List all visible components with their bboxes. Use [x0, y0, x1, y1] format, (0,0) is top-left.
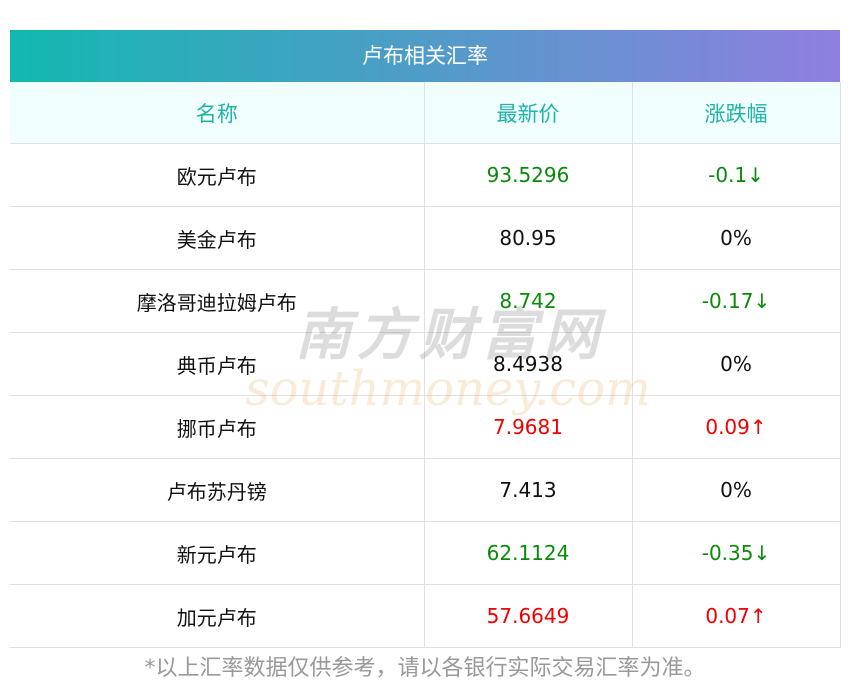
table-row: 新元卢布 62.1124 -0.35↓	[10, 521, 841, 585]
exchange-rate-table-panel: 卢布相关汇率 名称 最新价 涨跌幅 欧元卢布 93.5296 -0.1↓ 美金卢布…	[10, 30, 841, 648]
exchange-rate-table: 名称 最新价 涨跌幅 欧元卢布 93.5296 -0.1↓ 美金卢布 80.95 …	[10, 82, 841, 648]
currency-pair-name: 欧元卢布	[10, 143, 425, 207]
latest-price: 7.413	[424, 458, 633, 522]
latest-price: 8.742	[424, 269, 633, 333]
change-percent: -0.35↓	[632, 521, 841, 585]
table-title: 卢布相关汇率	[10, 30, 840, 82]
latest-price: 93.5296	[424, 143, 633, 207]
table-header-row: 名称 最新价 涨跌幅	[10, 82, 841, 144]
table-row: 美金卢布 80.95 0%	[10, 206, 841, 270]
change-percent: 0.07↑	[632, 584, 841, 648]
change-percent: 0%	[632, 206, 841, 270]
table-row: 加元卢布 57.6649 0.07↑	[10, 584, 841, 648]
header-price: 最新价	[424, 82, 633, 144]
table-row: 欧元卢布 93.5296 -0.1↓	[10, 143, 841, 207]
change-percent: -0.1↓	[632, 143, 841, 207]
currency-pair-name: 加元卢布	[10, 584, 425, 648]
change-percent: -0.17↓	[632, 269, 841, 333]
latest-price: 8.4938	[424, 332, 633, 396]
latest-price: 62.1124	[424, 521, 633, 585]
currency-pair-name: 美金卢布	[10, 206, 425, 270]
table-row: 摩洛哥迪拉姆卢布 8.742 -0.17↓	[10, 269, 841, 333]
currency-pair-name: 卢布苏丹镑	[10, 458, 425, 522]
change-percent: 0.09↑	[632, 395, 841, 459]
table-row: 典币卢布 8.4938 0%	[10, 332, 841, 396]
currency-pair-name: 挪币卢布	[10, 395, 425, 459]
latest-price: 57.6649	[424, 584, 633, 648]
currency-pair-name: 典币卢布	[10, 332, 425, 396]
table-row: 卢布苏丹镑 7.413 0%	[10, 458, 841, 522]
header-name: 名称	[10, 82, 425, 144]
disclaimer-note: *以上汇率数据仅供参考，请以各银行实际交易汇率为准。	[144, 656, 706, 681]
header-change: 涨跌幅	[632, 82, 841, 144]
currency-pair-name: 摩洛哥迪拉姆卢布	[10, 269, 425, 333]
table-row: 挪币卢布 7.9681 0.09↑	[10, 395, 841, 459]
change-percent: 0%	[632, 458, 841, 522]
latest-price: 7.9681	[424, 395, 633, 459]
latest-price: 80.95	[424, 206, 633, 270]
currency-pair-name: 新元卢布	[10, 521, 425, 585]
change-percent: 0%	[632, 332, 841, 396]
